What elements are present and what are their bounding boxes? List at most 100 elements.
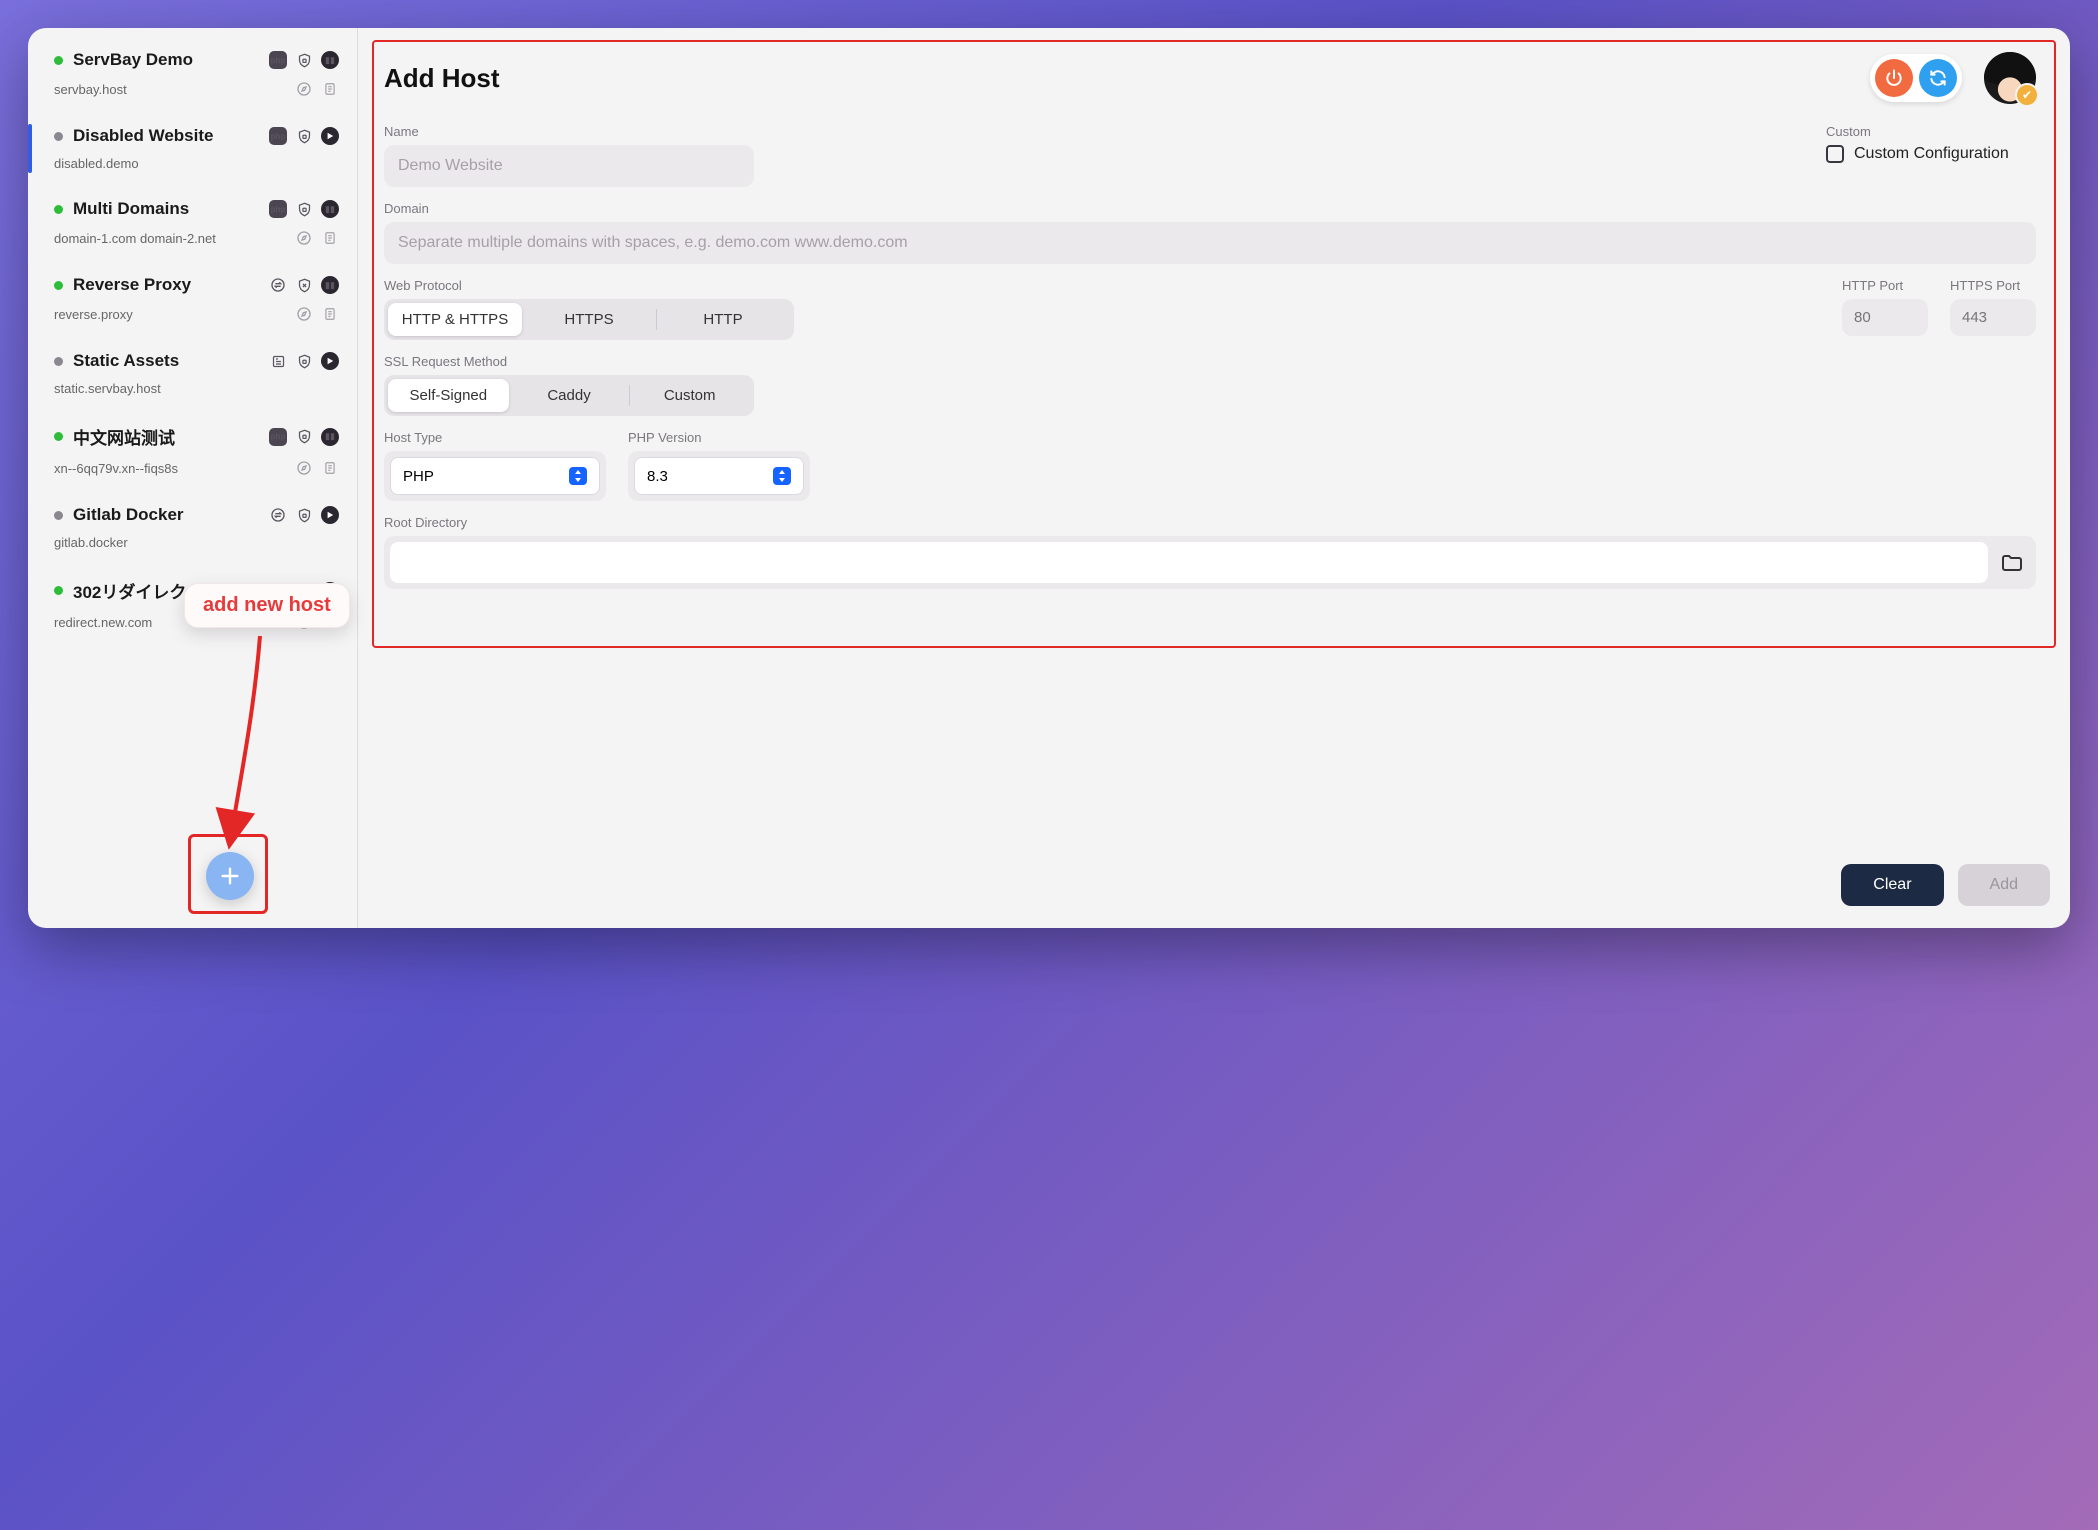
host-type-label: Host Type <box>384 430 606 445</box>
folder-icon[interactable] <box>1994 545 2030 581</box>
shield-lock-icon <box>295 127 313 145</box>
add-button[interactable]: Add <box>1958 864 2050 906</box>
sidebar-item-gitlab-docker[interactable]: Gitlab Docker gitlab.docker <box>28 491 357 564</box>
sidebar-item-name: 302リダイレクト <box>73 578 259 603</box>
ssl-option-custom[interactable]: Custom <box>629 379 750 412</box>
compass-icon[interactable] <box>295 305 313 323</box>
status-dot-icon <box>54 56 63 65</box>
status-dot-icon <box>54 357 63 366</box>
sidebar-item-name: ServBay Demo <box>73 50 259 70</box>
page-title: Add Host <box>384 63 1856 94</box>
name-label: Name <box>384 124 754 139</box>
http-port-input[interactable] <box>1842 299 1928 336</box>
ssl-option-caddy[interactable]: Caddy <box>509 379 630 412</box>
sidebar-item-servbay-demo[interactable]: ServBay Demo php ▮▮ servbay.host <box>28 36 357 112</box>
domain-input[interactable] <box>384 222 2036 264</box>
protocol-option-https[interactable]: HTTPS <box>522 303 656 336</box>
name-input[interactable] <box>384 145 754 187</box>
play-icon[interactable] <box>321 352 339 370</box>
protocol-option-http[interactable]: HTTP <box>656 303 790 336</box>
php-badge-icon: php <box>269 200 287 218</box>
compass-icon[interactable] <box>295 229 313 247</box>
php-badge-icon: php <box>269 51 287 69</box>
sidebar-item-static-assets[interactable]: Static Assets static.servbay.host <box>28 337 357 410</box>
pause-icon[interactable]: ▮▮ <box>321 582 339 600</box>
notes-icon[interactable] <box>321 613 339 631</box>
ssl-option-self-signed[interactable]: Self-Signed <box>388 379 509 412</box>
compass-icon[interactable] <box>295 80 313 98</box>
swap-icon <box>269 276 287 294</box>
status-dot-icon <box>54 132 63 141</box>
compass-icon[interactable] <box>295 613 313 631</box>
custom-config-checkbox[interactable]: Custom Configuration <box>1826 145 2036 163</box>
http-port-label: HTTP Port <box>1842 278 1928 293</box>
host-type-select[interactable]: PHP <box>390 457 600 495</box>
compass-icon[interactable] <box>295 459 313 477</box>
sidebar: ServBay Demo php ▮▮ servbay.host Disable… <box>28 28 358 928</box>
status-dot-icon <box>54 511 63 520</box>
shield-lock-icon <box>295 200 313 218</box>
sidebar-item-domain: redirect.new.com <box>54 615 295 630</box>
notes-icon[interactable] <box>321 80 339 98</box>
protocol-label: Web Protocol <box>384 278 794 293</box>
sidebar-item-name: Multi Domains <box>73 199 259 219</box>
host-type-value: PHP <box>403 468 434 485</box>
notes-icon[interactable] <box>321 459 339 477</box>
pause-icon[interactable]: ▮▮ <box>321 428 339 446</box>
static-badge-icon <box>269 352 287 370</box>
user-avatar[interactable] <box>1984 52 2036 104</box>
root-directory-input[interactable] <box>390 542 1988 583</box>
power-button[interactable] <box>1875 59 1913 97</box>
custom-label: Custom <box>1826 124 2036 139</box>
refresh-button[interactable] <box>1919 59 1957 97</box>
play-icon[interactable] <box>321 506 339 524</box>
sidebar-item-domain: servbay.host <box>54 82 295 97</box>
sidebar-item-domain: static.servbay.host <box>54 381 339 396</box>
status-dot-icon <box>54 281 63 290</box>
shield-x-icon <box>295 276 313 294</box>
checkbox-icon <box>1826 145 1844 163</box>
pause-icon[interactable]: ▮▮ <box>321 51 339 69</box>
notes-icon[interactable] <box>321 229 339 247</box>
status-dot-icon <box>54 586 63 595</box>
sidebar-item-name: Gitlab Docker <box>73 505 259 525</box>
https-port-input[interactable] <box>1950 299 2036 336</box>
shield-lock-icon <box>295 428 313 446</box>
chevron-updown-icon <box>773 467 791 485</box>
sidebar-item-domain: xn--6qq79v.xn--fiqs8s <box>54 461 295 476</box>
play-icon[interactable] <box>321 127 339 145</box>
sidebar-item-reverse-proxy[interactable]: Reverse Proxy ▮▮ reverse.proxy <box>28 261 357 337</box>
domain-label: Domain <box>384 201 2036 216</box>
php-badge-icon: php <box>269 127 287 145</box>
php-version-value: 8.3 <box>647 468 668 485</box>
protocol-segmented: HTTP & HTTPS HTTPS HTTP <box>384 299 794 340</box>
php-badge-icon: php <box>269 428 287 446</box>
chevron-updown-icon <box>569 467 587 485</box>
pause-icon[interactable]: ▮▮ <box>321 276 339 294</box>
swap-icon <box>269 506 287 524</box>
pause-icon[interactable]: ▮▮ <box>321 200 339 218</box>
notes-icon[interactable] <box>321 305 339 323</box>
sidebar-item-domain: reverse.proxy <box>54 307 295 322</box>
root-label: Root Directory <box>384 515 2036 530</box>
custom-config-label: Custom Configuration <box>1854 145 2009 163</box>
add-host-button[interactable] <box>206 852 254 900</box>
shield-lock-icon <box>295 352 313 370</box>
status-dot-icon <box>54 205 63 214</box>
shield-lock-icon <box>295 51 313 69</box>
ssl-label: SSL Request Method <box>384 354 2036 369</box>
sidebar-item-disabled-website[interactable]: Disabled Website php disabled.demo <box>28 112 357 185</box>
protocol-option-http-https[interactable]: HTTP & HTTPS <box>388 303 522 336</box>
sidebar-item-name: Static Assets <box>73 351 259 371</box>
sidebar-item-domain: gitlab.docker <box>54 535 339 550</box>
sidebar-item-multi-domains[interactable]: Multi Domains php ▮▮ domain-1.com domain… <box>28 185 357 261</box>
status-dot-icon <box>54 432 63 441</box>
main-panel: Add Host Name Custom <box>358 28 2070 928</box>
redirect-icon <box>269 582 287 600</box>
sidebar-item-name: 中文网站测试 <box>73 424 259 449</box>
php-version-select[interactable]: 8.3 <box>634 457 804 495</box>
shield-lock-icon <box>295 582 313 600</box>
sidebar-item-chinese-website[interactable]: 中文网站测试 php ▮▮ xn--6qq79v.xn--fiqs8s <box>28 410 357 491</box>
clear-button[interactable]: Clear <box>1841 864 1943 906</box>
sidebar-item-302-redirect[interactable]: 302リダイレクト ▮▮ redirect.new.com <box>28 564 357 645</box>
